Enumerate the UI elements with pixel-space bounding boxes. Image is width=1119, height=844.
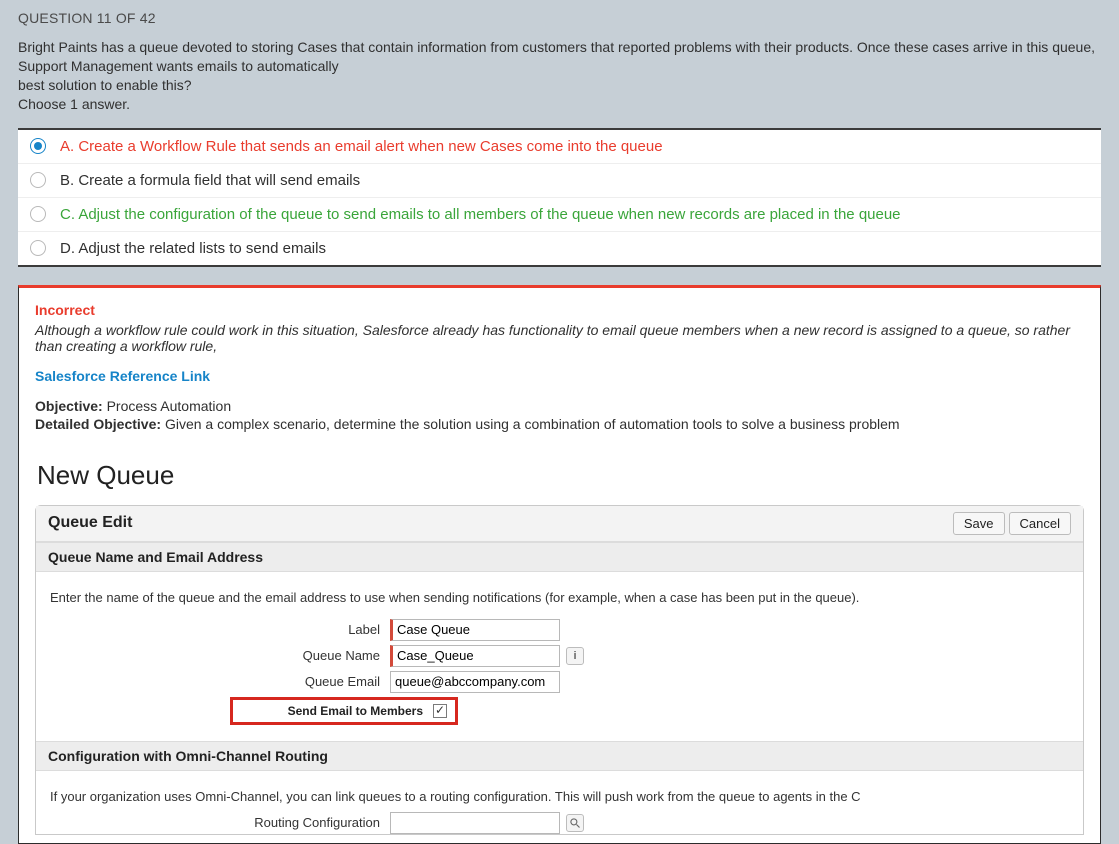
feedback-panel: Incorrect Although a workflow rule could…	[18, 285, 1101, 844]
sf-input-queuename[interactable]	[390, 645, 560, 667]
answer-a-label: A. Create a Workflow Rule that sends an …	[60, 138, 663, 155]
answer-c-label: C. Adjust the configuration of the queue…	[60, 206, 901, 223]
sf-input-queueemail[interactable]	[390, 671, 560, 693]
answer-option-d[interactable]: D. Adjust the related lists to send emai…	[18, 232, 1101, 265]
sf-checkbox-sendemail[interactable]	[433, 704, 447, 718]
answer-option-c[interactable]: C. Adjust the configuration of the queue…	[18, 198, 1101, 232]
sf-section2-desc: If your organization uses Omni-Channel, …	[50, 789, 1069, 804]
detailed-objective-label: Detailed Objective:	[35, 416, 161, 432]
reference-link[interactable]: Salesforce Reference Link	[35, 368, 1084, 384]
sf-section1-desc: Enter the name of the queue and the emai…	[50, 590, 1069, 605]
answer-b-label: B. Create a formula field that will send…	[60, 172, 360, 189]
radio-a[interactable]	[30, 138, 46, 154]
salesforce-screenshot: New Queue Queue Edit Save Cancel Queue N…	[35, 448, 1084, 835]
sf-input-routing[interactable]	[390, 812, 560, 834]
detailed-objective-value: Given a complex scenario, determine the …	[165, 416, 900, 432]
radio-b[interactable]	[30, 172, 46, 188]
question-number: QUESTION 11 OF 42	[18, 10, 1101, 26]
sf-label-label: Label	[50, 622, 390, 637]
radio-d[interactable]	[30, 240, 46, 256]
feedback-explanation: Although a workflow rule could work in t…	[35, 322, 1084, 354]
sf-page-title: New Queue	[37, 460, 1084, 491]
objective-label: Objective:	[35, 398, 103, 414]
sf-label-queueemail: Queue Email	[50, 674, 390, 689]
sf-label-queuename: Queue Name	[50, 648, 390, 663]
answer-option-b[interactable]: B. Create a formula field that will send…	[18, 164, 1101, 198]
answer-option-a[interactable]: A. Create a Workflow Rule that sends an …	[18, 130, 1101, 164]
sf-section-queue-name: Queue Name and Email Address	[36, 542, 1083, 572]
question-instruction: Choose 1 answer.	[18, 96, 130, 112]
lookup-icon[interactable]	[566, 814, 584, 832]
objective-line: Objective: Process Automation	[35, 398, 1084, 414]
feedback-status: Incorrect	[35, 302, 1084, 318]
question-text-block: Bright Paints has a queue devoted to sto…	[0, 38, 1119, 128]
radio-c[interactable]	[30, 206, 46, 222]
detailed-objective-line: Detailed Objective: Given a complex scen…	[35, 416, 1084, 432]
info-icon[interactable]: i	[566, 647, 584, 665]
question-text-line2: best solution to enable this?	[18, 77, 192, 93]
cancel-button[interactable]: Cancel	[1009, 512, 1071, 535]
objective-value: Process Automation	[107, 398, 232, 414]
answer-d-label: D. Adjust the related lists to send emai…	[60, 240, 326, 257]
save-button[interactable]: Save	[953, 512, 1005, 535]
sf-label-routing: Routing Configuration	[50, 815, 390, 830]
sf-send-email-highlight: Send Email to Members	[230, 697, 458, 725]
question-text-line1: Bright Paints has a queue devoted to sto…	[18, 39, 1095, 74]
sf-input-label[interactable]	[390, 619, 560, 641]
sf-label-sendemail: Send Email to Members	[241, 704, 433, 718]
answer-list: A. Create a Workflow Rule that sends an …	[18, 128, 1101, 267]
sf-edit-heading: Queue Edit	[48, 514, 949, 532]
